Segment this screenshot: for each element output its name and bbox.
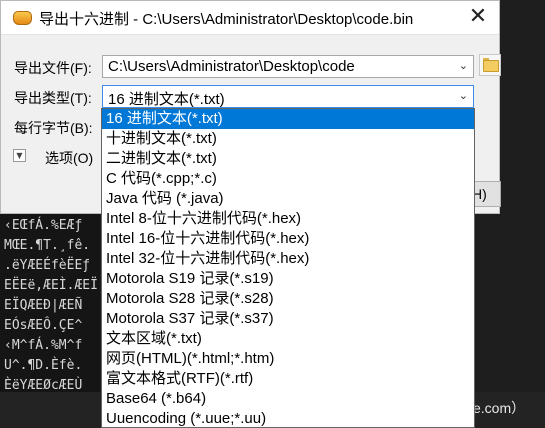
dropdown-option[interactable]: 十进制文本(*.txt) (102, 129, 474, 149)
folder-icon (483, 60, 499, 72)
bytes-per-line-label: 每行字节(B): (14, 120, 93, 136)
chevron-down-icon[interactable]: ⌄ (459, 59, 468, 72)
dialog-titlebar[interactable]: 导出十六进制 - C:\Users\Administrator\Desktop\… (1, 1, 499, 35)
dialog-title: 导出十六进制 - C:\Users\Administrator\Desktop\… (39, 11, 414, 28)
dropdown-option[interactable]: Java 代码 (*.java) (102, 189, 474, 209)
dropdown-option[interactable]: Intel 32-位十六进制代码(*.hex) (102, 249, 474, 269)
hex-text-line: ‹M^fÁ.%M^f (4, 338, 83, 353)
dropdown-option[interactable]: 文本区域(*.txt) (102, 329, 474, 349)
app-icon (13, 11, 32, 25)
hex-text-line: EÏQÆEÐ|ÆEÑ (4, 298, 83, 313)
dropdown-option[interactable]: 16 进制文本(*.txt) (102, 109, 474, 129)
hex-text-line: EÓsÆEÔ.ÇE^ (4, 318, 83, 333)
dropdown-option[interactable]: Motorola S28 记录(*.s28) (102, 289, 474, 309)
hex-text-line: U^.¶D.Èfè. (4, 358, 83, 373)
dropdown-option[interactable]: 二进制文本(*.txt) (102, 149, 474, 169)
dropdown-option[interactable]: Intel 16-位十六进制代码(*.hex) (102, 229, 474, 249)
export-type-label: 导出类型(T): (14, 90, 92, 106)
export-file-label: 导出文件(F): (14, 60, 92, 76)
hex-text-line: ‹EŒfÁ.%EÆƒ (4, 218, 83, 233)
hex-text-line: .ëYÆEÉfèËEƒ (4, 258, 91, 273)
dropdown-option[interactable]: C 代码(*.cpp;*.c) (102, 169, 474, 189)
dropdown-option[interactable]: Intel 8-位十六进制代码(*.hex) (102, 209, 474, 229)
close-button[interactable]: ✕ (463, 3, 493, 33)
browse-folder-button[interactable] (479, 54, 501, 76)
export-file-value: C:\Users\Administrator\Desktop\code (108, 58, 355, 75)
dropdown-option[interactable]: Motorola S19 记录(*.s19) (102, 269, 474, 289)
chevron-down-icon[interactable]: ⌄ (459, 89, 468, 102)
dropdown-option[interactable]: 网页(HTML)(*.html;*.htm) (102, 349, 474, 369)
export-file-combobox[interactable]: C:\Users\Administrator\Desktop\code ⌄ (102, 55, 474, 78)
options-label[interactable]: 选项(O) (45, 148, 93, 168)
dropdown-option[interactable]: 富文本格式(RTF)(*.rtf) (102, 369, 474, 389)
options-expand-toggle[interactable]: ▼ (13, 149, 26, 162)
close-icon: ✕ (468, 4, 488, 29)
dropdown-option[interactable]: Motorola S37 记录(*.s37) (102, 309, 474, 329)
export-type-select[interactable]: 16 进制文本(*.txt) ⌄ (102, 85, 474, 108)
export-type-dropdown-list[interactable]: 16 进制文本(*.txt) 十进制文本(*.txt) 二进制文本(*.txt) C … (101, 108, 475, 428)
hex-text-line: EËEë,ÆEÌ.ÆEÏ (4, 278, 98, 293)
triangle-down-icon: ▼ (16, 151, 23, 160)
export-type-value: 16 进制文本(*.txt) (108, 91, 225, 108)
dropdown-option[interactable]: Base64 (*.b64) (102, 389, 474, 409)
hex-text-line: MŒE.¶T.¸fê. (4, 238, 91, 253)
dropdown-option[interactable]: Uuencoding (*.uue;*.uu) (102, 409, 474, 427)
